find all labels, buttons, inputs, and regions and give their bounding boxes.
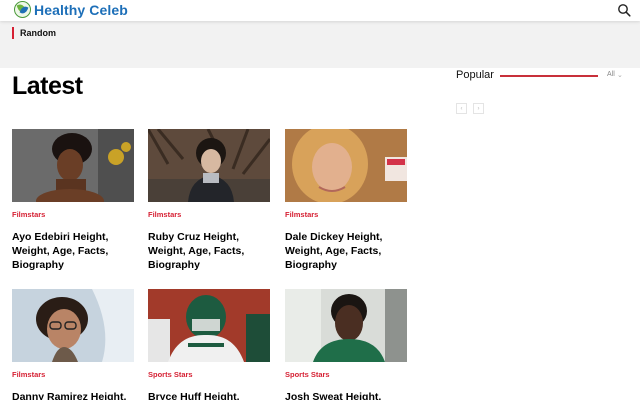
popular-heading: Popular [456, 69, 494, 81]
article-card[interactable]: Filmstars Danny Ramirez Height, [12, 289, 134, 400]
site-logo[interactable]: Healthy Celeb [14, 1, 128, 18]
popular-filter-dropdown[interactable]: All [607, 71, 615, 78]
logo-text: Healthy Celeb [34, 1, 128, 18]
article-title[interactable]: Bryce Huff Height, Weight, [148, 390, 270, 400]
article-category[interactable]: Sports Stars [285, 370, 407, 379]
article-category[interactable]: Filmstars [12, 370, 134, 379]
article-thumbnail[interactable] [12, 289, 134, 362]
article-card[interactable]: Filmstars Ruby Cruz Height, Weight, Age,… [148, 129, 270, 272]
sub-navigation-bar [0, 21, 640, 68]
article-card[interactable]: Filmstars Ayo Edebiri Height, Weight, Ag… [12, 129, 134, 272]
article-card[interactable]: Filmstars Dale Dickey Height, Weight, Ag… [285, 129, 407, 272]
article-category[interactable]: Filmstars [12, 210, 134, 219]
chevron-down-icon[interactable]: ⌄ [617, 71, 623, 79]
article-title[interactable]: Danny Ramirez Height, [12, 390, 134, 400]
article-thumbnail[interactable] [148, 289, 270, 362]
search-icon[interactable] [617, 3, 631, 17]
article-thumbnail[interactable] [285, 289, 407, 362]
site-header: Healthy Celeb [0, 0, 640, 21]
article-title[interactable]: Ruby Cruz Height, Weight, Age, Facts, Bi… [148, 230, 270, 272]
article-category[interactable]: Sports Stars [148, 370, 270, 379]
chevron-right-icon[interactable]: › [473, 103, 484, 114]
article-category[interactable]: Filmstars [148, 210, 270, 219]
article-title[interactable]: Ayo Edebiri Height, Weight, Age, Facts, … [12, 230, 134, 272]
article-thumbnail[interactable] [12, 129, 134, 202]
latest-heading: Latest [12, 72, 83, 100]
article-category[interactable]: Filmstars [285, 210, 407, 219]
article-thumbnail[interactable] [285, 129, 407, 202]
popular-divider [500, 75, 598, 77]
article-thumbnail[interactable] [148, 129, 270, 202]
logo-leaf-icon [14, 1, 31, 18]
article-title[interactable]: Dale Dickey Height, Weight, Age, Facts, … [285, 230, 407, 272]
chevron-left-icon[interactable]: ‹ [456, 103, 467, 114]
article-title[interactable]: Josh Sweat Height, [285, 390, 407, 400]
random-link[interactable]: Random [12, 27, 56, 39]
article-card[interactable]: Sports Stars Josh Sweat Height, [285, 289, 407, 400]
article-card[interactable]: Sports Stars Bryce Huff Height, Weight, [148, 289, 270, 400]
